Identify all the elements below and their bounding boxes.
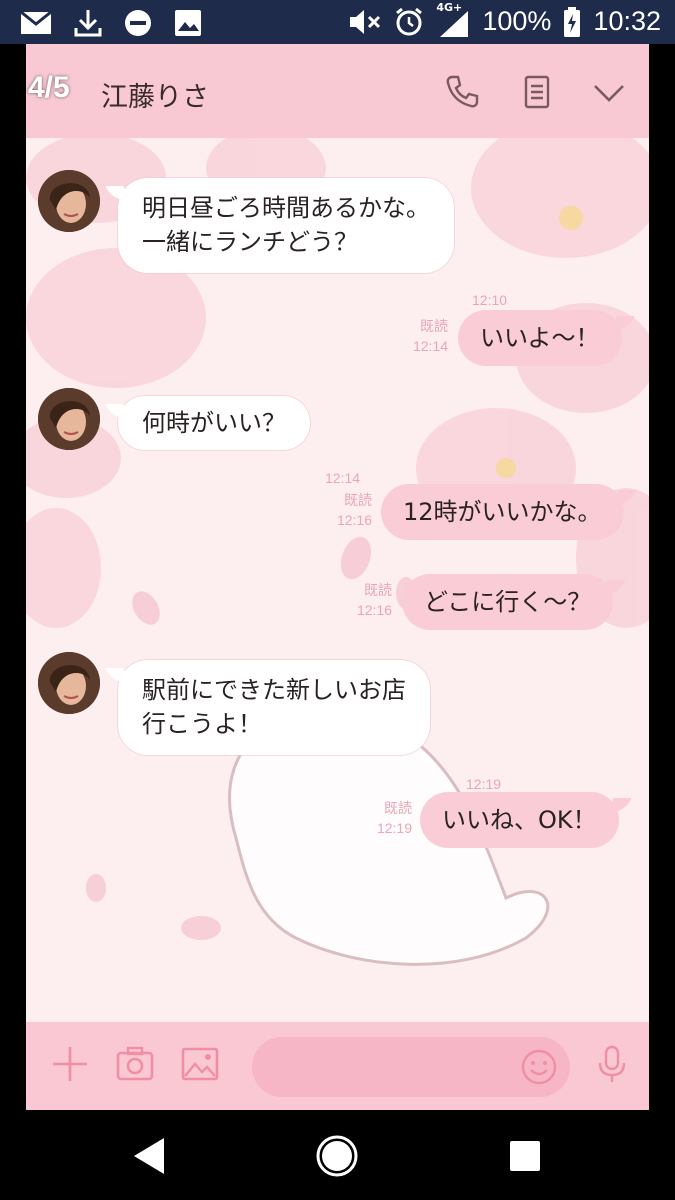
message-text: いいよ〜！ (480, 324, 600, 352)
message-text: 何時がいい？ (142, 409, 286, 437)
message-bubble-incoming[interactable]: 何時がいい？ (118, 396, 310, 450)
message-text: いいね、OK！ (442, 806, 597, 834)
message-time: 12:10 (472, 292, 508, 308)
mail-icon (20, 11, 52, 34)
mic-icon[interactable] (592, 1044, 632, 1084)
notes-icon[interactable] (519, 74, 555, 110)
message-time: 12:16 (356, 602, 392, 618)
back-icon[interactable] (128, 1134, 172, 1178)
read-receipt: 既読 (364, 582, 392, 598)
message-text: どこに行く〜？ (424, 588, 592, 616)
chat-header: 4/5 江藤りさ (26, 44, 649, 138)
signal-icon (440, 10, 469, 37)
image-icon (175, 10, 201, 36)
avatar[interactable] (38, 388, 100, 450)
message-bubble-outgoing[interactable]: いいよ〜！ (458, 310, 622, 366)
mute-icon (350, 9, 381, 34)
download-icon (74, 10, 102, 37)
battery-percent: 100% (482, 6, 552, 36)
battery-charging-icon (564, 6, 581, 37)
input-bar (26, 1022, 649, 1110)
emoji-icon[interactable] (520, 1048, 558, 1086)
message-text: 明日昼ごろ時間あるかな。 (142, 194, 430, 222)
camera-icon[interactable] (115, 1044, 155, 1084)
read-receipt: 既読 (384, 800, 412, 816)
message-bubble-incoming[interactable]: 駅前にできた新しいお店 行こうよ！ (118, 660, 430, 755)
message-meta: 既読 12:16 (336, 580, 392, 620)
chevron-down-icon[interactable] (591, 74, 627, 110)
message-time: 12:14 (412, 338, 448, 354)
avatar[interactable] (38, 170, 100, 232)
message-time: 12:19 (466, 776, 502, 792)
clock: 10:32 (593, 6, 661, 36)
message-bubble-outgoing[interactable]: いいね、OK！ (420, 792, 619, 848)
dnd-icon (125, 10, 151, 36)
plus-icon[interactable] (50, 1044, 90, 1084)
message-time: 12:19 (376, 820, 412, 836)
avatar[interactable] (38, 652, 100, 714)
navigation-bar (0, 1110, 675, 1200)
message-text: 行こうよ！ (142, 710, 262, 738)
read-receipt: 既読 (420, 318, 448, 334)
home-icon[interactable] (315, 1134, 359, 1178)
message-text: 駅前にできた新しいお店 (142, 676, 406, 704)
read-receipt: 既読 (344, 492, 372, 508)
chat-title[interactable]: 江藤りさ (101, 75, 209, 114)
message-bubble-incoming[interactable]: 明日昼ごろ時間あるかな。 一緒にランチどう？ (118, 178, 454, 273)
alarm-icon (396, 7, 423, 35)
message-bubble-outgoing[interactable]: 12時がいいかな。 (381, 484, 624, 540)
message-text: 一緒にランチどう？ (142, 228, 358, 256)
message-time: 12:14 (325, 470, 361, 486)
message-text: 12時がいいかな。 (403, 498, 602, 526)
message-meta: 既読 12:19 (356, 798, 412, 838)
phone-icon[interactable] (444, 74, 480, 110)
message-meta: 既読 12:14 (396, 316, 448, 356)
recents-icon[interactable] (503, 1134, 547, 1178)
message-bubble-outgoing[interactable]: どこに行く〜？ (402, 574, 614, 630)
message-time: 12:16 (336, 512, 372, 528)
message-meta: 既読 12:16 (316, 490, 372, 530)
page-counter: 4/5 (28, 71, 70, 104)
status-bar: 4G+ 100% 10:32 (0, 0, 675, 44)
gallery-icon[interactable] (180, 1044, 220, 1084)
message-list[interactable]: 明日昼ごろ時間あるかな。 一緒にランチどう？ 12:10 既読 12:14 いい… (26, 138, 649, 1022)
chat-screen: 4/5 江藤りさ 明日昼ごろ時間あるかな。 一緒にランチどう？ 12:10 既読… (26, 44, 649, 1110)
